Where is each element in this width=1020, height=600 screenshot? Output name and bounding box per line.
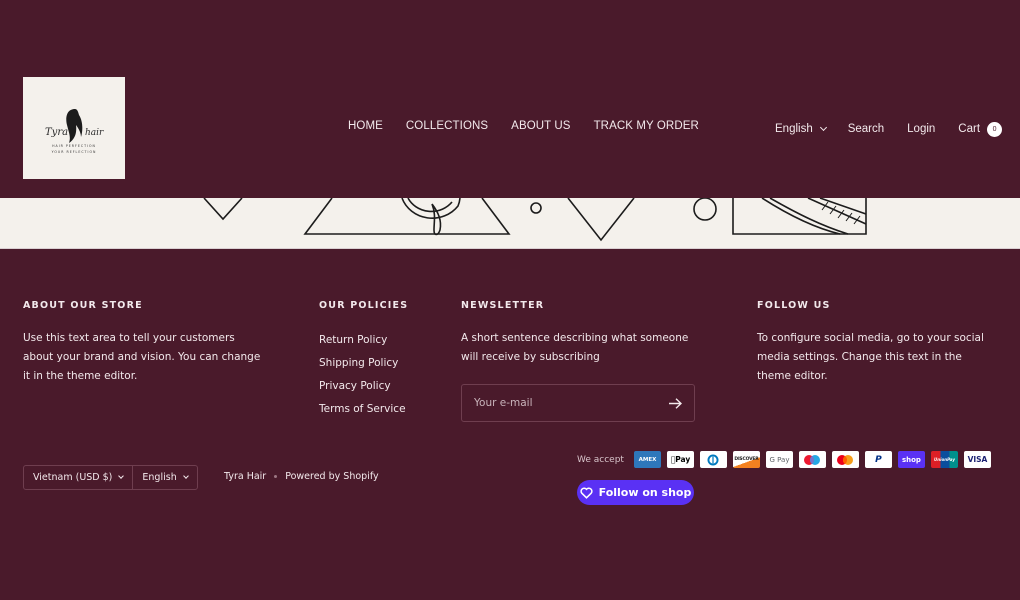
payment-icons-list: AMEX Pay DISCOVER G Pay P shop UnionPay… — [633, 451, 991, 468]
we-accept-label: We accept — [577, 454, 624, 465]
svg-text:YOUR REFLECTION: YOUR REFLECTION — [52, 150, 97, 154]
visa-icon: VISA — [963, 451, 991, 468]
follow-heading: FOLLOW US — [757, 300, 831, 311]
unionpay-icon: UnionPay — [930, 451, 958, 468]
diners-club-icon — [699, 451, 727, 468]
paypal-icon: P — [864, 451, 892, 468]
about-heading: ABOUT OUR STORE — [23, 300, 143, 311]
drip-shape — [431, 203, 442, 236]
amex-icon: AMEX — [633, 451, 661, 468]
logo-image: Tyra hair HAIR PERFECTION YOUR REFLECTIO… — [23, 77, 125, 179]
triangle-shape — [567, 198, 635, 242]
chevron-down-icon — [118, 473, 125, 479]
powered-by-shopify-link[interactable]: Powered by Shopify — [285, 471, 378, 482]
footer-newsletter-section: NEWSLETTER A short sentence describing w… — [461, 300, 701, 422]
footer-language-selector[interactable]: English — [132, 466, 196, 489]
locale-selectors: Vietnam (USD $) English — [23, 465, 198, 490]
footer-about-section: ABOUT OUR STORE Use this text area to te… — [23, 300, 263, 386]
shop-pay-icon: shop — [897, 451, 925, 468]
svg-text:Tyra: Tyra — [45, 127, 68, 138]
cart-count-badge: 0 — [987, 121, 1003, 137]
header-actions: English Search Login Cart 0 — [775, 120, 1003, 138]
google-pay-icon: G Pay — [765, 451, 793, 468]
newsletter-text: A short sentence describing what someone… — [461, 332, 689, 363]
policies-list: Return Policy Shipping Policy Privacy Po… — [319, 329, 439, 421]
svg-text:hair: hair — [85, 128, 104, 138]
store-name-link[interactable]: Tyra Hair — [224, 471, 266, 482]
follow-text: To configure social media, go to your so… — [757, 332, 984, 382]
chevron-down-icon — [182, 473, 189, 479]
cart-label: Cart — [958, 123, 981, 135]
divider — [0, 248, 1020, 249]
apple-pay-icon: Pay — [666, 451, 694, 468]
circle-shape — [530, 202, 542, 214]
ring-shape — [407, 198, 453, 213]
email-input[interactable] — [474, 397, 654, 409]
store-logo[interactable]: Tyra hair HAIR PERFECTION YOUR REFLECTIO… — [23, 77, 125, 179]
shipping-policy-link[interactable]: Shipping Policy — [319, 357, 398, 369]
return-policy-link[interactable]: Return Policy — [319, 334, 387, 346]
chevron-down-icon — [819, 123, 827, 132]
nav-track-my-order[interactable]: TRACK MY ORDER — [594, 120, 699, 132]
login-link[interactable]: Login — [907, 123, 935, 135]
discover-icon: DISCOVER — [732, 451, 760, 468]
separator-dot — [274, 475, 278, 478]
svg-text:HAIR PERFECTION: HAIR PERFECTION — [52, 144, 96, 148]
mastercard-icon — [831, 451, 859, 468]
cart-link[interactable]: Cart 0 — [958, 121, 1003, 137]
triangle-shape — [203, 198, 243, 221]
terms-of-service-link[interactable]: Terms of Service — [319, 403, 406, 415]
heart-icon — [580, 486, 593, 499]
policy-item: Shipping Policy — [319, 352, 439, 375]
site-header: Tyra hair HAIR PERFECTION YOUR REFLECTIO… — [0, 0, 1020, 198]
policy-item: Terms of Service — [319, 398, 439, 421]
country-label: Vietnam (USD $) — [33, 472, 113, 483]
subscribe-button[interactable] — [669, 397, 682, 409]
triangle-shape — [303, 198, 511, 235]
nav-home[interactable]: HOME — [348, 120, 383, 132]
language-label: English — [775, 123, 813, 135]
payment-methods: We accept AMEX Pay DISCOVER G Pay P sho… — [577, 451, 991, 468]
main-nav: HOME COLLECTIONS ABOUT US TRACK MY ORDER — [348, 120, 722, 132]
language-selector[interactable]: English — [775, 123, 827, 135]
rectangle-shape — [732, 198, 867, 235]
circle-shape — [693, 198, 717, 221]
policies-heading: OUR POLICIES — [319, 300, 409, 311]
follow-on-shop-button[interactable]: Follow on shop — [577, 480, 694, 505]
geometric-pattern-image — [203, 198, 867, 242]
search-link[interactable]: Search — [848, 123, 884, 135]
decorative-banner — [0, 198, 1020, 248]
country-selector[interactable]: Vietnam (USD $) — [24, 466, 132, 489]
newsletter-heading: NEWSLETTER — [461, 300, 545, 311]
footer-language-label: English — [142, 472, 177, 483]
nav-about-us[interactable]: ABOUT US — [511, 120, 570, 132]
footer-follow-section: FOLLOW US To configure social media, go … — [757, 300, 997, 386]
policy-item: Privacy Policy — [319, 375, 439, 398]
policy-item: Return Policy — [319, 329, 439, 352]
nav-collections[interactable]: COLLECTIONS — [406, 120, 488, 132]
about-text: Use this text area to tell your customer… — [23, 332, 261, 382]
footer-credits: Tyra Hair Powered by Shopify — [224, 471, 379, 482]
footer-policies-section: OUR POLICIES Return Policy Shipping Poli… — [319, 300, 439, 421]
follow-on-shop-label: Follow on shop — [598, 486, 692, 499]
arrow-right-icon — [669, 397, 682, 409]
privacy-policy-link[interactable]: Privacy Policy — [319, 380, 391, 392]
maestro-icon — [798, 451, 826, 468]
newsletter-form — [461, 384, 695, 422]
band-shape — [761, 198, 841, 235]
